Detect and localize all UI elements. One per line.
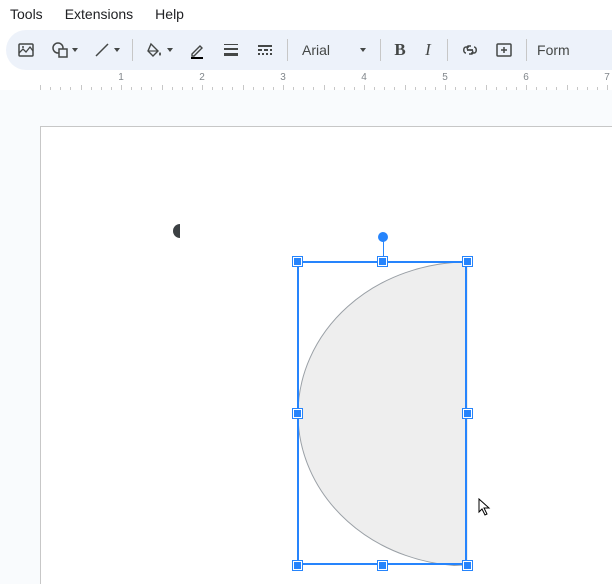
document-page[interactable] <box>40 126 612 584</box>
resize-handle-nw[interactable] <box>293 257 302 266</box>
toolbar: Arial B I Form <box>6 30 612 70</box>
separator <box>526 39 527 61</box>
paint-bucket-icon <box>145 40 165 60</box>
line-dash-icon <box>256 41 274 59</box>
link-icon <box>460 40 480 60</box>
separator <box>287 39 288 61</box>
menu-help[interactable]: Help <box>153 2 186 26</box>
format-menu-fragment[interactable]: Form <box>533 42 574 58</box>
ruler-label: 6 <box>523 72 529 83</box>
italic-button[interactable]: I <box>415 40 441 60</box>
resize-handle-n[interactable] <box>378 257 387 266</box>
ruler-label: 7 <box>604 72 610 83</box>
chevron-down-icon <box>167 48 173 52</box>
image-icon <box>16 40 36 60</box>
insert-comment-button[interactable] <box>488 36 520 64</box>
menu-bar: Tools Extensions Help <box>0 0 612 28</box>
chevron-down-icon <box>72 48 78 52</box>
line-icon <box>92 40 112 60</box>
border-color-button[interactable] <box>181 36 213 64</box>
rotation-handle[interactable] <box>378 232 388 242</box>
small-arc-shape[interactable] <box>171 224 181 238</box>
image-button[interactable] <box>10 36 42 64</box>
selection-bounding-box <box>297 261 467 565</box>
resize-handle-e[interactable] <box>463 409 472 418</box>
resize-handle-s[interactable] <box>378 561 387 570</box>
bold-button[interactable]: B <box>387 40 413 60</box>
border-weight-button[interactable] <box>215 36 247 64</box>
canvas-area[interactable] <box>0 90 612 584</box>
horizontal-ruler[interactable]: 1 2 3 4 5 6 7 <box>0 72 612 92</box>
insert-link-button[interactable] <box>454 36 486 64</box>
selected-shape-group[interactable] <box>298 262 468 566</box>
ruler-label: 4 <box>361 72 367 83</box>
ruler-label: 2 <box>199 72 205 83</box>
pen-icon <box>187 40 207 60</box>
separator <box>132 39 133 61</box>
shape-dropdown[interactable] <box>44 36 84 64</box>
line-dropdown[interactable] <box>86 36 126 64</box>
chevron-down-icon <box>114 48 120 52</box>
menu-extensions[interactable]: Extensions <box>63 2 135 26</box>
chevron-down-icon <box>360 48 366 52</box>
font-family-picker[interactable]: Arial <box>294 42 374 58</box>
separator <box>380 39 381 61</box>
ruler-label: 5 <box>442 72 448 83</box>
fill-color-dropdown[interactable] <box>139 36 179 64</box>
menu-tools[interactable]: Tools <box>8 2 45 26</box>
font-name-label: Arial <box>302 42 330 58</box>
line-weight-icon <box>222 41 240 59</box>
resize-handle-sw[interactable] <box>293 561 302 570</box>
resize-handle-w[interactable] <box>293 409 302 418</box>
resize-handle-se[interactable] <box>463 561 472 570</box>
separator <box>447 39 448 61</box>
shape-icon <box>50 40 70 60</box>
comment-plus-icon <box>494 40 514 60</box>
ruler-label: 1 <box>118 72 124 83</box>
resize-handle-ne[interactable] <box>463 257 472 266</box>
border-dash-button[interactable] <box>249 36 281 64</box>
ruler-label: 3 <box>280 72 286 83</box>
